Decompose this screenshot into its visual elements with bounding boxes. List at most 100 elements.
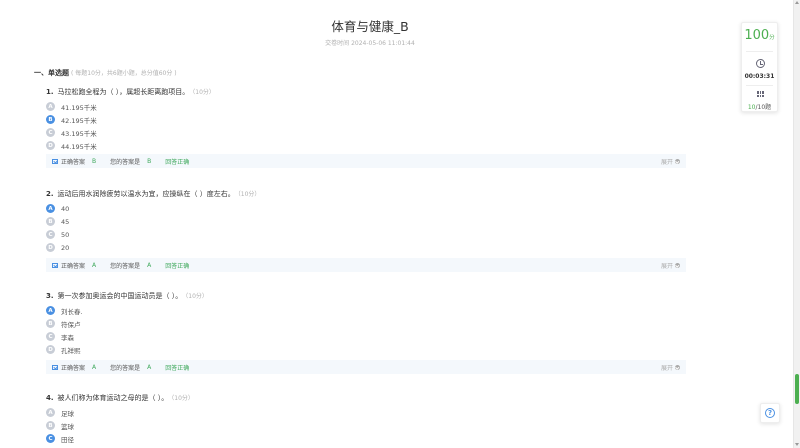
option-b: B 42.195千米 [46,113,686,126]
answer-bar: 正确答案 A 您的答案是 A 回答正确 展开 [46,360,686,374]
option-badge-selected: A [46,204,55,213]
expand-toggle[interactable]: 展开 [661,157,680,166]
option-c: C 李森 [46,330,686,343]
correct-answer-value: B [92,157,97,165]
help-button[interactable]: ? [760,403,780,423]
score-value: 100 [744,28,770,43]
option-badge: D [46,141,55,150]
option-d: D 孔祥熙 [46,343,686,356]
option-badge-selected: C [46,434,55,443]
option-badge: A [46,408,55,417]
correct-answer-value: A [92,261,97,269]
your-answer-label: 您的答案是 [110,262,141,270]
option-a: A 足球 [46,406,686,419]
exam-title: 体育与健康_B [331,19,409,34]
option-b: B 符保卢 [46,317,686,330]
option-badge: A [46,102,55,111]
question-mark-icon: ? [765,408,775,418]
question-count[interactable]: 10/10题 [742,102,777,111]
answer-bar: 正确答案 A 您的答案是 A 回答正确 展开 [46,258,686,272]
section-heading: 一、单选题( 每题10分，共6题小题，总分值60分 ) [34,68,177,78]
question-score: （10分） [237,191,261,198]
question-score: （10分） [185,293,208,300]
option-badge: C [46,128,55,137]
option-badge-selected: A [46,306,55,315]
option-text: 符保卢 [61,320,81,329]
option-a: A 刘长春. [46,304,686,317]
option-c: C 田径 [46,432,686,445]
check-icon [52,158,58,164]
check-icon [52,262,58,268]
question-number: 3. [46,292,54,300]
correct-answer-value: A [92,363,97,371]
option-text: 篮球 [61,422,74,431]
expand-toggle[interactable]: 展开 [661,363,680,372]
option-text: 43.195千米 [61,129,97,138]
scroll-up-arrow-icon[interactable] [795,1,799,4]
question-text: 运动后用水润除疲劳以温水为宜，应操纵在（ ）度左右。 [57,190,235,198]
question-1: 1. 马拉松跑全程为（ ），属超长距离跑项目。 （10分） A 41.195千米 B4… [46,86,686,168]
expand-label: 展开 [660,158,673,166]
option-text: 42.195千米 [61,116,97,125]
option-b: B 篮球 [46,419,686,432]
option-text: 40 [61,204,70,213]
score-unit: 分 [769,35,775,41]
chevron-down-icon [675,262,680,268]
section-title: 一、单选题 [34,69,69,77]
question-text: 被人们称为体育运动之母的是（ ）。 [57,394,169,402]
total-score: 100分 [742,28,777,43]
question-number: 4. [46,394,54,402]
option-badge: B [46,217,55,226]
option-badge: C [46,230,55,239]
question-text: 第一次参加奥运会的中国运动员是（ ）。 [57,292,183,300]
question-2: 2. 运动后用水润除疲劳以温水为宜，应操纵在（ ）度左右。 （10分） A 40 B4… [46,188,686,272]
submit-time: 交卷时间 2024-05-06 11:01:44 [325,40,415,47]
clock-icon [756,59,765,68]
scroll-thumb[interactable] [795,374,799,404]
option-text: 足球 [61,409,74,418]
option-text: 李森 [61,333,74,342]
option-badge: C [46,332,55,341]
score-card: 100分 00:03:31 10/10题 [741,22,778,112]
question-score: （10分） [171,395,194,402]
answer-sheet-icon[interactable] [757,91,764,97]
total-count: /10 [755,104,766,111]
your-answer-value: A [147,261,152,269]
option-badge: B [46,319,55,328]
question-title: 1. 马拉松跑全程为（ ），属超长距离跑项目。 （10分） [46,86,686,98]
option-badge: B [46,421,55,430]
page-scrollbar[interactable] [793,0,800,448]
result-text: 回答正确 [165,262,190,270]
chevron-down-icon [675,158,680,164]
section-desc: ( 每题10分，共6题小题，总分值60分 ) [71,70,177,77]
option-c: C 50 [46,228,686,241]
correct-answer-label: 正确答案 [61,262,86,270]
question-title: 4. 被人们称为体育运动之母的是（ ）。 （10分） [46,392,686,404]
question-3: 3. 第一次参加奥运会的中国运动员是（ ）。 （10分） A 刘长春. B 符保卢 C李… [46,290,686,374]
check-icon [52,364,58,370]
question-number: 2. [46,190,54,198]
correct-answer-label: 正确答案 [61,158,86,166]
question-title: 3. 第一次参加奥运会的中国运动员是（ ）。 （10分） [46,290,686,302]
count-unit: 题 [765,104,772,111]
scroll-down-arrow-icon[interactable] [795,443,799,446]
question-score: （10分） [192,89,215,96]
option-d: D 44.195千米 [46,139,686,152]
option-text: 45 [61,217,70,226]
option-d: D 20 [46,241,686,254]
option-a: A 41.195千米 [46,100,686,113]
option-text: 刘长春. [61,307,83,316]
expand-label: 展开 [660,262,673,270]
option-text: 20 [61,243,70,252]
question-text: 马拉松跑全程为（ ），属超长距离跑项目。 [57,88,190,96]
divider [746,85,773,86]
option-text: 田径 [61,435,74,444]
your-answer-label: 您的答案是 [110,158,141,166]
exam-result-page: 体育与健康_B 交卷时间 2024-05-06 11:01:44 一、单选题( … [0,0,793,448]
expand-toggle[interactable]: 展开 [661,261,680,270]
chevron-down-icon [675,364,680,370]
option-a: A 40 [46,202,686,215]
divider [746,51,773,52]
option-badge: D [46,243,55,252]
answer-bar: 正确答案 B 您的答案是 B 回答正确 展开 [46,154,686,168]
